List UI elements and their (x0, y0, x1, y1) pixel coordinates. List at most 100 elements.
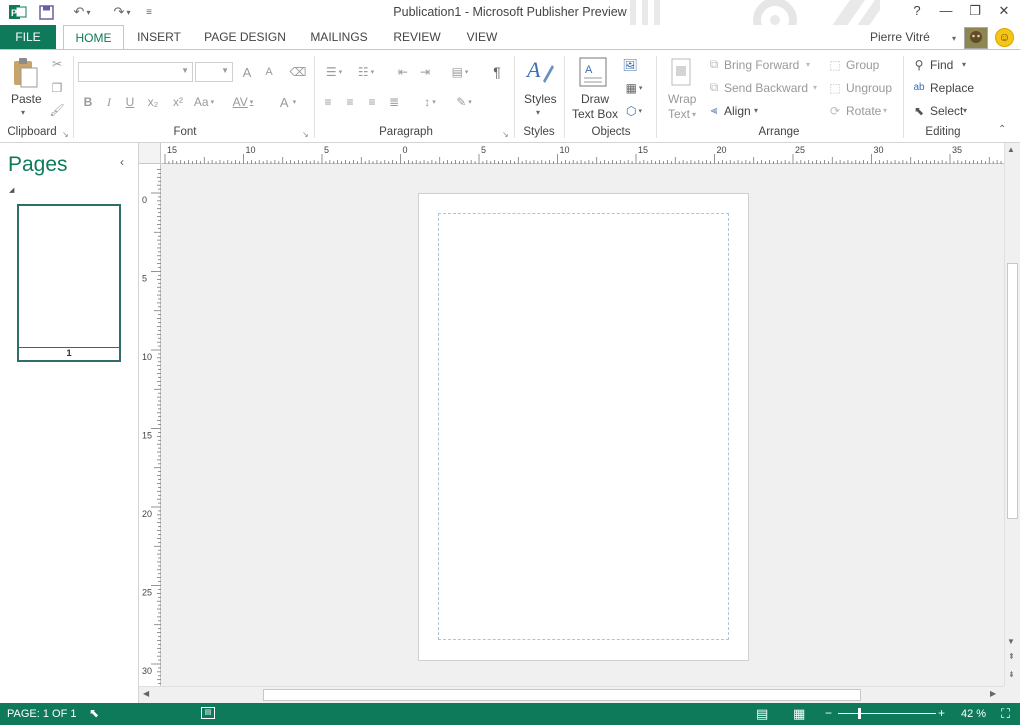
align-objects-icon[interactable]: ⫷ (706, 103, 722, 118)
user-name[interactable]: Pierre Vitré (870, 30, 930, 44)
align-button[interactable]: Align (724, 104, 751, 118)
wrap-text-label-line2[interactable]: Text (668, 107, 690, 121)
tab-home[interactable]: HOME (63, 25, 124, 50)
vertical-ruler[interactable]: 0 5 10 15 20 25 30 (139, 164, 161, 686)
paste-button[interactable]: Paste (11, 92, 42, 106)
replace-button[interactable]: Replace (930, 81, 974, 95)
font-name-chevron-icon[interactable]: ▼ (181, 66, 189, 75)
styles-icon[interactable]: A (524, 54, 556, 88)
font-color-button[interactable]: A ▾ (273, 94, 303, 110)
change-case-button[interactable]: Aa ▾ (190, 94, 218, 110)
subscript-button[interactable]: x₂ (143, 94, 163, 110)
rotate-chevron-icon[interactable]: ▾ (883, 106, 887, 115)
tab-file[interactable]: FILE (0, 25, 56, 50)
send-backward-chevron-icon[interactable]: ▾ (813, 83, 817, 92)
section-expand-icon[interactable]: ◢ (9, 186, 14, 194)
wrap-text-icon[interactable] (666, 56, 696, 88)
publication-page[interactable] (418, 193, 749, 661)
align-center-icon[interactable]: ≡ (342, 94, 358, 110)
user-menu-chevron-icon[interactable]: ▾ (952, 34, 956, 43)
paragraph-launcher-icon[interactable]: ↘ (502, 130, 509, 139)
zoom-level[interactable]: 42 % (961, 708, 986, 720)
binoculars-icon[interactable]: ⚲ (910, 57, 928, 72)
scroll-up-arrow-icon[interactable]: ▲ (1007, 145, 1015, 154)
rotate-icon[interactable]: ⟳ (826, 103, 844, 118)
superscript-button[interactable]: x² (168, 94, 188, 110)
tab-page-design[interactable]: PAGE DESIGN (200, 25, 290, 50)
vertical-scrollbar[interactable]: ▲ ▼ ⇞ ⇟ (1004, 143, 1020, 686)
draw-text-box-label-line1[interactable]: Draw (581, 92, 609, 106)
send-backward-button[interactable]: Send Backward (724, 81, 808, 95)
columns-icon[interactable]: ▤ ▾ (446, 64, 474, 80)
single-page-view-icon[interactable]: ▤ (756, 706, 768, 722)
clipboard-launcher-icon[interactable]: ↘ (62, 130, 69, 139)
page-indicator[interactable]: PAGE: 1 OF 1 (7, 708, 77, 720)
font-launcher-icon[interactable]: ↘ (302, 130, 309, 139)
draw-text-box-icon[interactable]: A (578, 56, 608, 88)
font-size-chevron-icon[interactable]: ▼ (221, 66, 229, 75)
find-button[interactable]: Find (930, 58, 953, 72)
find-chevron-icon[interactable]: ▾ (962, 60, 966, 69)
collapse-pane-chevron-icon[interactable]: ‹ (120, 155, 124, 169)
page-thumbnail[interactable]: 1 (17, 204, 121, 362)
scroll-left-arrow-icon[interactable]: ◀ (143, 689, 149, 698)
bold-button[interactable]: B (80, 94, 96, 110)
workspace-canvas[interactable] (161, 164, 1004, 686)
insert-picture-icon[interactable]: 🖼 (620, 56, 640, 74)
select-button[interactable]: Select (930, 104, 963, 118)
horizontal-ruler[interactable]: 15 10 5 0 5 10 15 20 25 30 35 (161, 143, 1004, 164)
bring-forward-chevron-icon[interactable]: ▾ (806, 60, 810, 69)
fit-to-window-icon[interactable]: ⛶ (1001, 706, 1010, 722)
justify-icon[interactable]: ≣ (386, 94, 402, 110)
replace-icon[interactable]: ab (910, 80, 928, 95)
close-button[interactable]: ✕ (993, 3, 1015, 21)
tab-review[interactable]: REVIEW (389, 25, 445, 50)
align-right-icon[interactable]: ≡ (364, 94, 380, 110)
tab-mailings[interactable]: MAILINGS (304, 25, 374, 50)
zoom-out-button[interactable]: − (825, 706, 832, 720)
zoom-in-button[interactable]: + (938, 706, 945, 720)
show-paragraph-marks-button[interactable]: ¶ (488, 64, 506, 80)
bullets-icon[interactable]: ☰ ▾ (320, 64, 348, 80)
scroll-right-arrow-icon[interactable]: ▶ (990, 689, 996, 698)
character-spacing-button[interactable]: AV ▾ (228, 94, 258, 110)
paste-icon[interactable] (10, 56, 40, 90)
tab-insert[interactable]: INSERT (132, 25, 186, 50)
scroll-down-arrow-icon[interactable]: ▼ (1007, 637, 1015, 646)
select-cursor-icon[interactable]: ⬉ (910, 103, 928, 118)
wrap-text-label-line1[interactable]: Wrap (668, 92, 696, 106)
italic-button[interactable]: I (101, 94, 117, 110)
underline-button[interactable]: U (122, 94, 138, 110)
tab-view[interactable]: VIEW (460, 25, 504, 50)
bring-forward-icon[interactable]: ⧉ (706, 57, 722, 72)
feedback-smiley-icon[interactable]: ☺ (995, 28, 1014, 47)
font-name-combo[interactable]: ▼ (78, 62, 193, 82)
rotate-button[interactable]: Rotate (846, 104, 881, 118)
line-spacing-icon[interactable]: ↕ ▾ (416, 94, 444, 110)
drop-cap-icon[interactable]: ✎ ▾ (450, 94, 478, 110)
font-size-combo[interactable]: ▼ (195, 62, 233, 82)
vertical-scroll-thumb[interactable] (1007, 263, 1018, 519)
horizontal-scrollbar[interactable]: ◀ ▶ (139, 686, 1004, 703)
help-button[interactable]: ? (906, 3, 928, 21)
bring-forward-button[interactable]: Bring Forward (724, 58, 799, 72)
zoom-slider-thumb[interactable] (857, 708, 861, 719)
avatar[interactable] (964, 27, 988, 49)
group-button[interactable]: Group (846, 58, 879, 72)
wrap-text-chevron-icon[interactable]: ▾ (692, 110, 696, 119)
grow-font-icon[interactable]: A (238, 64, 256, 80)
draw-text-box-label-line2[interactable]: Text Box (572, 107, 618, 121)
paste-chevron-icon[interactable]: ▾ (21, 108, 25, 117)
clear-formatting-icon[interactable]: ⌫ (288, 64, 308, 80)
shrink-font-icon[interactable]: A (260, 64, 278, 80)
styles-button[interactable]: Styles (524, 92, 557, 106)
format-painter-icon[interactable]: 🖌 (48, 102, 66, 118)
insert-table-icon[interactable]: ▦ ▾ (620, 79, 648, 97)
restore-button[interactable]: ❐ (964, 3, 986, 21)
horizontal-scroll-thumb[interactable] (263, 689, 861, 701)
decrease-indent-icon[interactable]: ⇤ (394, 64, 412, 80)
increase-indent-icon[interactable]: ⇥ (416, 64, 434, 80)
macro-record-icon[interactable]: ▤ (201, 707, 215, 719)
two-page-spread-view-icon[interactable]: ▦ (793, 706, 805, 722)
align-left-icon[interactable]: ≡ (320, 94, 336, 110)
